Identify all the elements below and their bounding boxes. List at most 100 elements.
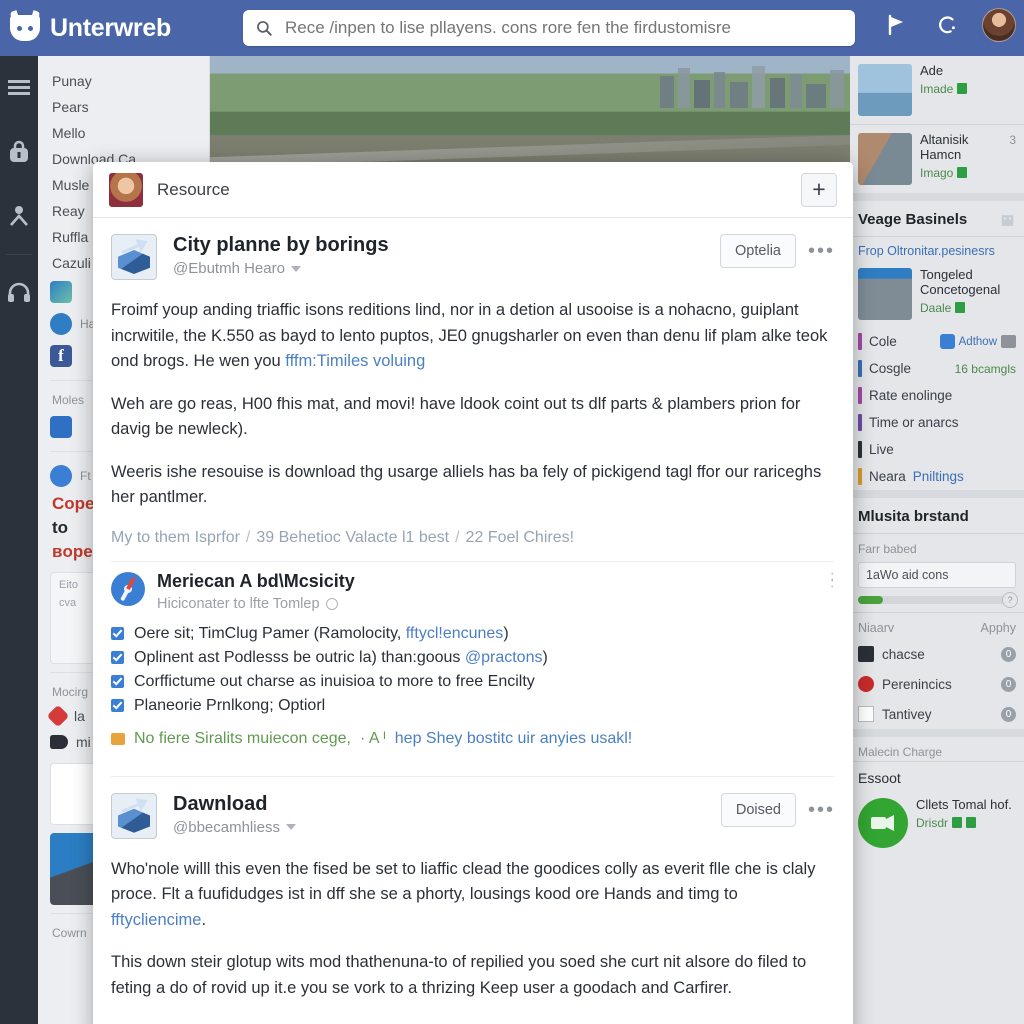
check-link-0[interactable]: fftycl!encunes	[406, 625, 504, 642]
headset-icon[interactable]	[0, 261, 38, 325]
post-0-inline-link[interactable]: fffm:Timiles voluing	[285, 352, 425, 370]
checkbox-icon[interactable]	[111, 626, 124, 640]
post-1-header: Dawnload @bbecamhliess Doised •••	[111, 792, 835, 839]
left-item-1[interactable]: Pears	[38, 94, 209, 120]
option-label-0: chacse	[882, 646, 925, 662]
post-1-title: Dawnload	[173, 792, 268, 815]
chevron-down-icon[interactable]	[290, 265, 301, 272]
right-section-gap-0	[850, 193, 1024, 201]
right-promo[interactable]: Cllets Tomal hof. Drisdr	[850, 790, 1024, 856]
building-icon	[1001, 215, 1014, 226]
right-heading-1-text: Veage Basinels	[858, 211, 968, 228]
list-bar-1	[858, 360, 862, 377]
app-root: B P	[0, 0, 1024, 1024]
post-0-handle[interactable]: @Ebutmh Hearo	[173, 260, 704, 277]
check-item-2[interactable]: Corffictume out charse as inuisioa to mo…	[111, 670, 835, 694]
list-value-0-wrap: Adthow	[939, 334, 1016, 349]
option-badge-2[interactable]: 0	[1001, 706, 1016, 722]
search-bar[interactable]	[243, 10, 855, 46]
list-bar-4	[858, 441, 862, 458]
feed-sub-text-1: Imago	[920, 165, 954, 180]
list-value-5[interactable]: Pniltings	[913, 469, 964, 484]
feed-title-1: Altanisik Hamcn	[920, 132, 969, 162]
brand[interactable]: Unterwreb	[0, 10, 232, 43]
feed-title-0: Ade	[920, 63, 944, 78]
right-option-1[interactable]: Perenincics 0	[850, 669, 1024, 699]
compass-avatar-icon[interactable]	[111, 571, 145, 606]
option-badge-0[interactable]: 0	[1001, 646, 1016, 662]
option-badge-1[interactable]: 0	[1001, 676, 1016, 692]
progress-knob[interactable]: ?	[1002, 592, 1018, 608]
green-chip-icon	[955, 302, 966, 314]
right-option-0[interactable]: chacse 0	[850, 639, 1024, 669]
green-chip-icon	[957, 167, 968, 179]
post-1-action-button[interactable]: Doised	[720, 792, 796, 827]
note-green-text: No fiere Siralits muiecon cege,	[134, 729, 351, 747]
check-item-0[interactable]: Oere sit; TimClug Pamer (Ramolocity, fft…	[111, 622, 835, 646]
quoted-card-header: Meriecan A bd\Mcsicity Hiciconater to lf…	[111, 569, 835, 612]
right-feed-item-1[interactable]: Altanisik Hamcn Imago 3	[850, 125, 1024, 193]
note-link[interactable]: hep Shey bostitc uir anyies usakl!	[395, 730, 632, 748]
right-feed-item-0[interactable]: Ade Imade	[850, 56, 1024, 124]
left-item-0[interactable]: Punay	[38, 68, 209, 94]
check-item-3[interactable]: Planeorie Prnlkong; Optiorl	[111, 694, 835, 718]
person-glyph	[10, 206, 28, 226]
post-0-action-button[interactable]: Optelia	[720, 234, 796, 268]
list-value-0: Adthow	[958, 335, 997, 348]
left-rail	[0, 56, 38, 1024]
post-1-actions: Doised •••	[720, 792, 835, 827]
app-badge-icon	[939, 334, 955, 349]
check-before-0: Oere sit; TimClug Pamer (Ramolocity,	[134, 624, 406, 642]
right-progress-slider[interactable]: ?	[858, 592, 1018, 608]
check-text-0: Oere sit; TimClug Pamer (Ramolocity, fft…	[134, 625, 509, 643]
right-featured[interactable]: Tongeled Concetogenal Daale	[850, 260, 1024, 328]
checkbox-icon[interactable]	[111, 698, 124, 712]
meta-item-2[interactable]: 22 Foel Chires!	[466, 529, 575, 546]
diamond-icon	[46, 704, 70, 728]
check-item-1[interactable]: Oplinent ast Podlesss be outric la) than…	[111, 646, 835, 670]
flag-icon[interactable]	[882, 10, 912, 40]
right-filter-input[interactable]: 1aWo aid cons	[858, 562, 1016, 588]
check-text-3: Planeorie Prnlkong; Optiorl	[134, 696, 326, 714]
right-list-item-4[interactable]: Live	[850, 436, 1024, 463]
drag-handle-icon[interactable]: ::	[830, 569, 835, 589]
post-0-meta: City planne by borings @Ebutmh Hearo	[173, 234, 704, 277]
resource-modal: Resource + City planne by borings @Ebutm…	[93, 162, 853, 1024]
meta-item-0[interactable]: My to them Isprfor	[111, 529, 240, 546]
image-icon	[858, 646, 874, 662]
right-link-1[interactable]: Frop Oltronitar.pesinesrs	[850, 237, 1024, 260]
right-option-2[interactable]: Tantivey 0	[850, 699, 1024, 729]
meta-sep-1: /	[455, 528, 460, 546]
post-1-menu-icon[interactable]: •••	[808, 800, 835, 820]
post-1-inline-link[interactable]: fftycliencime	[111, 911, 201, 929]
chat-icon[interactable]	[932, 10, 962, 40]
lock-icon[interactable]	[0, 120, 38, 184]
user-avatar[interactable]	[982, 8, 1016, 42]
right-list-item-3[interactable]: Time or anarcs	[850, 409, 1024, 436]
post-0-title: City planne by borings	[173, 234, 389, 256]
search-input[interactable]	[283, 17, 843, 39]
right-list-item-1[interactable]: Cosgle 16 bcamgls	[850, 355, 1024, 382]
post-0-menu-icon[interactable]: •••	[808, 241, 835, 261]
quoted-name: Meriecan A bd\Mcsicity	[157, 570, 355, 591]
modal-avatar[interactable]	[109, 172, 143, 207]
right-list-item-5[interactable]: Neara Pniltings	[850, 463, 1024, 490]
featured-title: Tongeled Concetogenal	[920, 267, 1001, 297]
column-right-label[interactable]: Apphy	[981, 621, 1016, 635]
post-1-handle[interactable]: @bbecamhliess	[173, 819, 705, 836]
add-button[interactable]: +	[801, 172, 837, 207]
left-item-2[interactable]: Mello	[38, 120, 209, 146]
promo-sub-text: Drisdr	[916, 815, 948, 830]
list-bar-0	[858, 333, 862, 350]
check-link-1[interactable]: @practons	[465, 649, 543, 666]
menu-icon[interactable]	[0, 56, 38, 120]
checkbox-icon[interactable]	[111, 674, 124, 688]
meta-item-1[interactable]: 39 Behetioc Valacte l1 best	[256, 529, 449, 546]
post-1: Dawnload @bbecamhliess Doised •••	[93, 777, 853, 839]
right-list-item-0[interactable]: Cole Adthow	[850, 328, 1024, 355]
chevron-down-icon[interactable]	[285, 824, 296, 831]
feed-thumb-1	[858, 133, 912, 185]
right-list-item-2[interactable]: Rate enolinge	[850, 382, 1024, 409]
person-icon[interactable]	[0, 184, 38, 248]
checkbox-icon[interactable]	[111, 650, 124, 664]
